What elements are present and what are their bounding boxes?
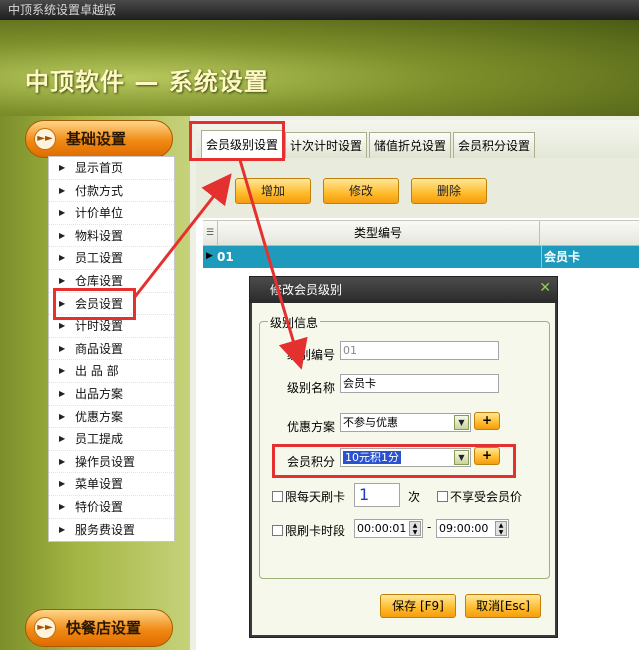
annotation-arrows — [132, 159, 308, 370]
